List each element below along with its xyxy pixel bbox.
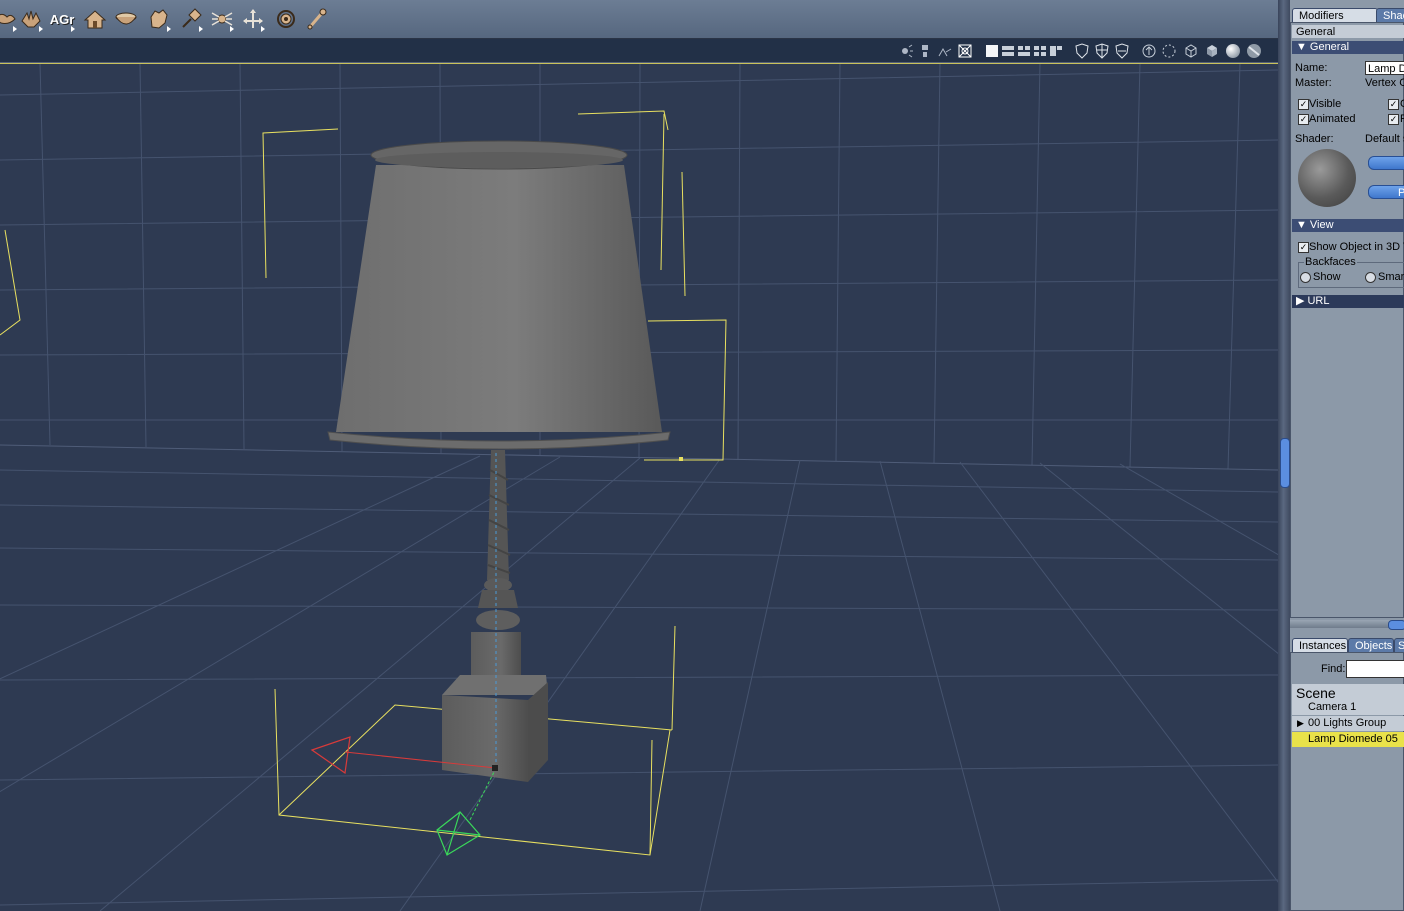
section-url-label: URL bbox=[1307, 295, 1330, 307]
modifiers-content bbox=[1290, 22, 1404, 618]
tree-item-lamp-label: Lamp Diomede 05 bbox=[1308, 733, 1398, 745]
single-view-icon[interactable] bbox=[984, 43, 1000, 59]
expanded-arrow-icon: ▼ bbox=[1296, 41, 1307, 53]
tree-item-lamp[interactable]: Lamp Diomede 05 bbox=[1292, 732, 1404, 747]
section-general-label: General bbox=[1309, 41, 1350, 53]
shaded-cube-icon[interactable] bbox=[1204, 43, 1220, 59]
tab-s[interactable]: S bbox=[1394, 638, 1404, 652]
bowl-icon[interactable] bbox=[113, 6, 139, 32]
f-checkbox-label: F bbox=[1400, 113, 1404, 125]
section-view-header[interactable]: ▼ View bbox=[1292, 219, 1404, 232]
animated-label: Animated bbox=[1309, 113, 1356, 125]
bounding-box-icon[interactable] bbox=[1141, 43, 1157, 59]
section-view-label: View bbox=[1309, 219, 1334, 231]
spider-icon[interactable] bbox=[209, 6, 235, 32]
smart-radio-label: Smar bbox=[1378, 271, 1404, 283]
shader-preview-sphere[interactable] bbox=[1298, 149, 1356, 207]
four-view-icon[interactable] bbox=[1032, 43, 1048, 59]
shader-button-1[interactable] bbox=[1368, 156, 1404, 170]
tree-expand-arrow-icon[interactable]: ▶ bbox=[1297, 716, 1304, 731]
viewport-border bbox=[0, 63, 1278, 64]
tree-item-lights-group[interactable]: ▶ 00 Lights Group bbox=[1292, 716, 1404, 731]
master-label: Master: bbox=[1295, 77, 1332, 89]
agr-tool-label: AGr bbox=[49, 11, 75, 27]
camera-view-icon[interactable] bbox=[957, 43, 973, 59]
smart-radio[interactable] bbox=[1365, 272, 1376, 283]
scene-title: Scene bbox=[1296, 685, 1336, 701]
section-url-header[interactable]: ▶ URL bbox=[1292, 295, 1404, 308]
visible-checkbox[interactable]: ✓ bbox=[1298, 99, 1309, 110]
points-display-icon[interactable] bbox=[1161, 43, 1177, 59]
tab-shaders[interactable]: Shac bbox=[1376, 8, 1404, 22]
master-value: Vertex C bbox=[1365, 77, 1404, 89]
tab-objects[interactable]: Objects bbox=[1348, 638, 1394, 652]
tab-modifiers[interactable]: Modifiers bbox=[1292, 8, 1378, 22]
agr-tool-icon[interactable]: AGr bbox=[48, 6, 76, 32]
wireframe-cube-icon[interactable] bbox=[1183, 43, 1199, 59]
collapsed-arrow-icon: ▶ bbox=[1296, 295, 1305, 307]
properties-panel: Modifiers Shac General ▼General Name: La… bbox=[1290, 0, 1404, 911]
show-object-checkbox[interactable]: ✓ bbox=[1298, 242, 1309, 253]
c-checkbox[interactable]: ✓ bbox=[1388, 99, 1399, 110]
panel-splitter[interactable] bbox=[1278, 0, 1290, 911]
section-general-header[interactable]: ▼ General bbox=[1292, 41, 1404, 54]
backfaces-label: Backfaces bbox=[1304, 256, 1357, 268]
expanded-arrow-icon: ▼ bbox=[1296, 219, 1307, 231]
find-input[interactable] bbox=[1346, 660, 1404, 678]
main-toolbar: AGr bbox=[0, 0, 1280, 39]
smooth-sphere-icon[interactable] bbox=[1225, 43, 1241, 59]
shield-wire-icon[interactable] bbox=[1094, 43, 1110, 59]
show-radio[interactable] bbox=[1300, 272, 1311, 283]
target-icon[interactable] bbox=[273, 6, 299, 32]
name-label: Name: bbox=[1295, 62, 1328, 74]
cloth-tool-icon[interactable] bbox=[0, 6, 18, 32]
walk-icon[interactable] bbox=[937, 43, 953, 59]
viewport-canvas[interactable] bbox=[0, 63, 1278, 911]
tree-item-camera[interactable]: Camera 1 bbox=[1292, 700, 1404, 715]
shader-value: Default s bbox=[1365, 133, 1404, 145]
hand-tool-icon[interactable] bbox=[18, 6, 44, 32]
bone-icon[interactable] bbox=[304, 6, 330, 32]
shield-display-icon[interactable] bbox=[1074, 43, 1090, 59]
show-radio-label: Show bbox=[1313, 271, 1341, 283]
texture-sphere-icon[interactable] bbox=[1246, 43, 1262, 59]
house-icon[interactable] bbox=[82, 6, 108, 32]
move-arrows-icon[interactable] bbox=[240, 6, 266, 32]
shield-solid-icon[interactable] bbox=[1114, 43, 1130, 59]
lamp-shade[interactable] bbox=[327, 140, 671, 450]
animated-checkbox[interactable]: ✓ bbox=[1298, 114, 1309, 125]
3d-viewport[interactable] bbox=[0, 63, 1278, 911]
spot-light-icon[interactable] bbox=[917, 43, 933, 59]
custom-view-icon[interactable] bbox=[1048, 43, 1064, 59]
show-object-label: Show Object in 3D V bbox=[1309, 241, 1404, 253]
shader-label: Shader: bbox=[1295, 133, 1334, 145]
tree-item-lights-label: 00 Lights Group bbox=[1308, 717, 1387, 729]
viewport-toolbar bbox=[0, 39, 1280, 63]
subtab-general[interactable]: General bbox=[1296, 26, 1335, 38]
visible-label: Visible bbox=[1309, 98, 1342, 110]
splitter-grip[interactable] bbox=[1280, 438, 1290, 488]
three-view-icon[interactable] bbox=[1016, 43, 1032, 59]
panel-divider[interactable] bbox=[1290, 620, 1404, 630]
find-label: Find: bbox=[1321, 663, 1346, 675]
two-row-view-icon[interactable] bbox=[1000, 43, 1016, 59]
tab-instances[interactable]: Instances bbox=[1292, 638, 1348, 652]
f-checkbox[interactable]: ✓ bbox=[1388, 114, 1399, 125]
pin-icon[interactable] bbox=[178, 6, 204, 32]
glove-icon[interactable] bbox=[146, 6, 172, 32]
shader-button-2[interactable]: Pi bbox=[1368, 185, 1404, 199]
c-checkbox-label: C bbox=[1400, 98, 1404, 110]
light-icon[interactable] bbox=[898, 43, 914, 59]
name-field[interactable]: Lamp D bbox=[1365, 61, 1404, 75]
tree-item-camera-label: Camera 1 bbox=[1308, 701, 1357, 713]
